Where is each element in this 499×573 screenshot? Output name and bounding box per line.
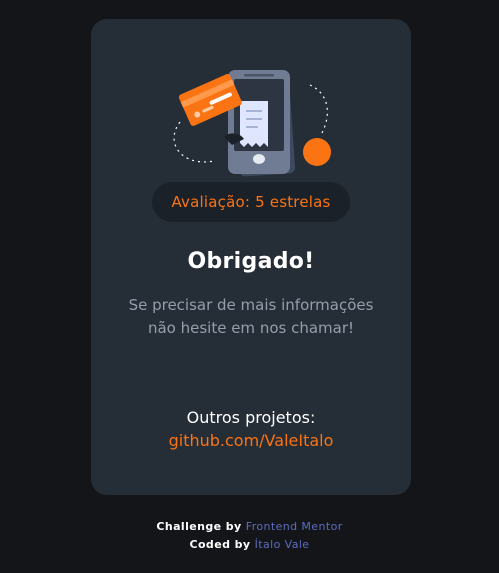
attribution: Challenge by Frontend Mentor Coded by Ít… — [0, 518, 499, 554]
github-projects-link[interactable]: github.com/ValeItalo — [91, 431, 411, 450]
thank-you-message: Se precisar de mais informações não hesi… — [128, 296, 374, 337]
coded-by-prefix: Coded by — [189, 538, 251, 551]
challenge-prefix: Challenge by — [156, 520, 242, 533]
rating-badge: Avaliação: 5 estrelas — [152, 182, 350, 222]
frontend-mentor-link[interactable]: Frontend Mentor — [246, 520, 343, 533]
challenge-attribution: Challenge by Frontend Mentor — [0, 518, 499, 536]
thank-you-illustration-icon — [173, 70, 331, 177]
rating-card: Avaliação: 5 estrelas Obrigado! Se preci… — [91, 19, 411, 495]
page-title: Obrigado! — [187, 249, 315, 274]
projects-label: Outros projetos: — [186, 408, 316, 427]
author-link[interactable]: Ítalo Vale — [255, 538, 310, 551]
coded-by-attribution: Coded by Ítalo Vale — [0, 536, 499, 554]
